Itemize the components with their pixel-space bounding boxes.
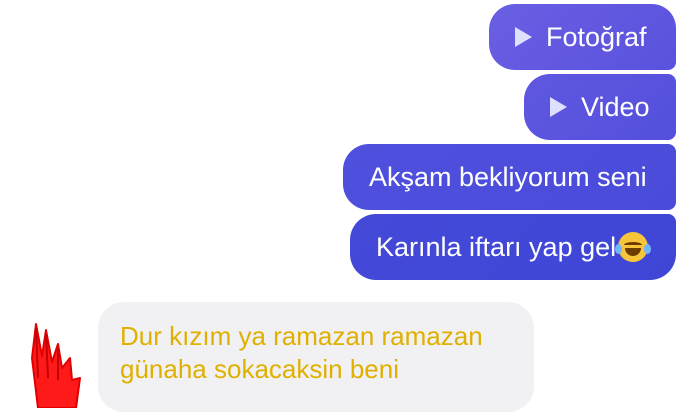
incoming-message-line: Dur kızım ya ramazan ramazan (120, 321, 483, 351)
message-text: Akşam bekliyorum seni (369, 161, 647, 192)
chat-thread: Fotoğraf Video Akşam bekliyorum seni Kar… (0, 0, 690, 412)
message-text: Karınla iftarı yap gel (376, 231, 617, 262)
photo-label: Fotoğraf (546, 21, 647, 52)
outgoing-message-bubble[interactable]: Karınla iftarı yap gel (350, 214, 676, 280)
play-icon (515, 27, 532, 47)
video-label: Video (581, 91, 650, 122)
video-message-bubble[interactable]: Video (524, 74, 676, 140)
incoming-message-bubble[interactable]: Dur kızım ya ramazan ramazan günaha soka… (98, 302, 534, 412)
red-hand-scribble-icon (31, 323, 81, 408)
photo-message-bubble[interactable]: Fotoğraf (489, 4, 676, 70)
incoming-message-line: günaha sokacaksin beni (120, 354, 399, 384)
tears-of-joy-emoji-icon (615, 232, 652, 262)
play-icon (550, 97, 567, 117)
outgoing-message-bubble[interactable]: Akşam bekliyorum seni (343, 144, 676, 210)
